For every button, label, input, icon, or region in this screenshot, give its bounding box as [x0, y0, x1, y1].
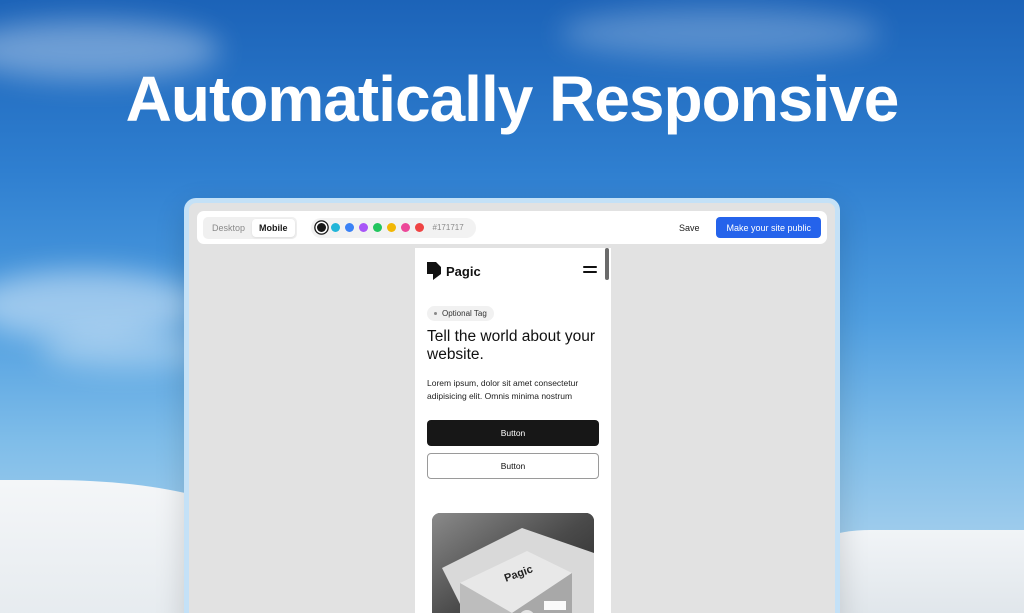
color-swatch-yellow[interactable] [386, 223, 396, 232]
view-mode-toggle: Desktop Mobile [203, 216, 297, 239]
save-button[interactable]: Save [679, 223, 700, 233]
brand-name[interactable]: Pagic [446, 264, 481, 279]
tag-label: Optional Tag [442, 309, 487, 318]
optional-tag: Optional Tag [427, 306, 494, 321]
product-box-image: Pagic [432, 513, 594, 613]
mobile-view-button[interactable]: Mobile [252, 218, 295, 237]
tag-dot-icon [434, 312, 437, 315]
mobile-preview[interactable]: Pagic Optional Tag Tell the world about … [415, 248, 611, 613]
selected-color-hex[interactable]: #171717 [433, 223, 464, 232]
color-swatch-green[interactable] [372, 223, 382, 232]
mobile-navbar: Pagic [427, 260, 597, 282]
product-box-illustration [432, 513, 594, 613]
secondary-button[interactable]: Button [427, 453, 599, 479]
pagic-logo-icon [427, 262, 441, 280]
mobile-headline: Tell the world about your website. [427, 328, 596, 363]
color-swatch-red[interactable] [414, 223, 424, 232]
editor-toolbar: Desktop Mobile #171717 Save Make your si… [197, 211, 827, 244]
color-swatch-cyan[interactable] [330, 223, 340, 232]
color-palette: #171717 [310, 217, 476, 238]
primary-button[interactable]: Button [427, 420, 599, 446]
editor-window: Desktop Mobile #171717 Save Make your si… [184, 198, 840, 613]
sky-cloud [560, 8, 880, 58]
hero-title: Automatically Responsive [125, 63, 900, 135]
desktop-view-button[interactable]: Desktop [205, 219, 252, 237]
sky-cloud [0, 270, 200, 340]
make-public-button[interactable]: Make your site public [716, 217, 821, 238]
color-swatch-black[interactable] [316, 223, 326, 232]
color-swatch-purple[interactable] [358, 223, 368, 232]
hamburger-menu-icon[interactable] [583, 266, 597, 275]
preview-scrollbar[interactable] [605, 248, 609, 280]
mobile-body-text: Lorem ipsum, dolor sit amet consectetur … [427, 378, 579, 401]
color-swatch-pink[interactable] [400, 223, 410, 232]
color-swatch-blue[interactable] [344, 223, 354, 232]
